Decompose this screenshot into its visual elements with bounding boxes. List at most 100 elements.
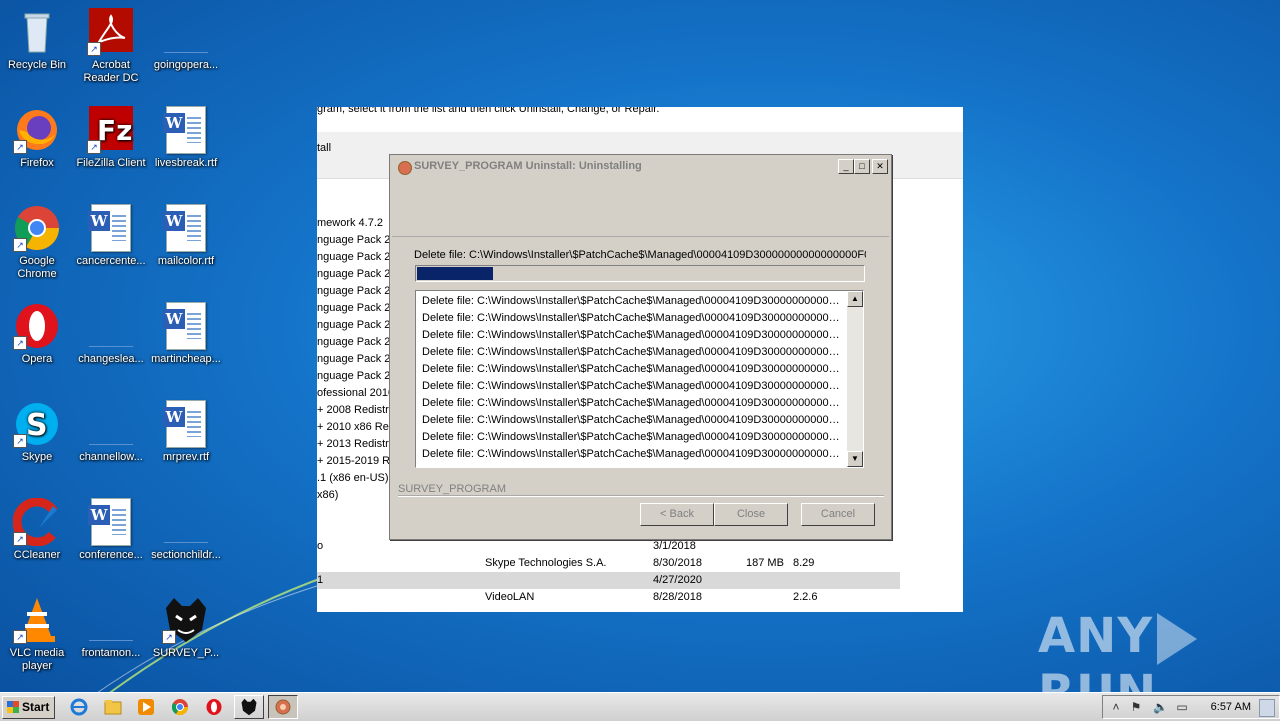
uninstall-dialog: SURVEY_PROGRAM Uninstall: Uninstalling _… xyxy=(389,154,892,540)
skype-icon: S ↗ xyxy=(13,400,61,448)
close-button[interactable]: Close xyxy=(714,503,788,526)
desktop-icon-vlc[interactable]: ↗ VLC media player xyxy=(0,596,74,673)
svg-text:S: S xyxy=(26,408,48,443)
minimize-button[interactable]: _ xyxy=(838,159,854,174)
chrome-icon: ↗ xyxy=(13,204,61,252)
desktop-icon-channellow[interactable]: channellow... xyxy=(74,400,148,464)
filezilla-icon: Fz ↗ xyxy=(87,106,135,154)
cell-date: 3/1/2018 xyxy=(653,540,696,552)
network-icon[interactable]: ▭ xyxy=(1175,700,1189,714)
details-log-list[interactable]: Delete file: C:\Windows\Installer\$Patch… xyxy=(415,290,864,468)
shortcut-arrow-icon: ↗ xyxy=(13,140,27,154)
desktop-icon-acrobat[interactable]: ↗ Acrobat Reader DC xyxy=(74,8,148,85)
scroll-down-arrow-icon[interactable]: ▼ xyxy=(847,451,863,467)
desktop-icon-mailcolor[interactable]: W mailcolor.rtf xyxy=(149,204,223,268)
volume-icon[interactable]: 🔈 xyxy=(1153,700,1168,714)
show-hidden-icons-chevron-icon[interactable]: ˄ xyxy=(1109,700,1123,714)
cell-date: 8/28/2018 xyxy=(653,591,702,603)
desktop-icon-conference[interactable]: W conference... xyxy=(74,498,148,562)
desktop-icon-chrome[interactable]: ↗ Google Chrome xyxy=(0,204,74,281)
system-tray: ˄ ⚑ 🔈 ▭ 6:57 AM xyxy=(1102,695,1280,719)
desktop-icon-opera[interactable]: ↗ Opera xyxy=(0,302,74,366)
shortcut-arrow-icon: ↗ xyxy=(87,42,101,56)
desktop-icon-ccleaner[interactable]: ↗ CCleaner xyxy=(0,497,74,562)
taskbar-uninstaller-button[interactable] xyxy=(268,695,298,719)
program-list-item[interactable]: nguage Pack 20 xyxy=(317,300,397,317)
maximize-button[interactable]: □ xyxy=(854,159,870,174)
cell-publisher: Skype Technologies S.A. xyxy=(485,557,607,569)
program-list-item[interactable]: nguage Pack 20 xyxy=(317,249,397,266)
program-list-item[interactable]: .1 (x86 en-US) xyxy=(317,470,389,487)
log-line: Delete file: C:\Windows\Installer\$Patch… xyxy=(422,295,842,307)
log-line: Delete file: C:\Windows\Installer\$Patch… xyxy=(422,329,842,341)
svg-text:Fz: Fz xyxy=(97,114,132,147)
program-list-item[interactable]: nguage Pack 20 xyxy=(317,283,397,300)
program-list-item[interactable]: nguage Pack 20 xyxy=(317,368,397,385)
blank-file-icon xyxy=(87,400,135,448)
desktop-icon-survey-program[interactable]: ↗ SURVEY_P... xyxy=(149,596,223,660)
log-line: Delete file: C:\Windows\Installer\$Patch… xyxy=(422,397,842,409)
taskbar-survey-program-button[interactable] xyxy=(234,695,264,719)
shortcut-arrow-icon: ↗ xyxy=(87,140,101,154)
dialog-titlebar[interactable]: SURVEY_PROGRAM Uninstall: Uninstalling _… xyxy=(392,157,889,177)
file-explorer-icon[interactable] xyxy=(104,698,122,716)
log-line: Delete file: C:\Windows\Installer\$Patch… xyxy=(422,414,842,426)
program-list-item[interactable]: + 2010 x86 Re xyxy=(317,419,389,436)
desktop-icon-livesbreak[interactable]: W livesbreak.rtf xyxy=(149,106,223,170)
program-list-item[interactable]: + 2015-2019 R xyxy=(317,453,390,470)
desktop-icon-sectionchildr[interactable]: sectionchildr... xyxy=(149,498,223,562)
installer-brand-label: SURVEY_PROGRAM xyxy=(398,483,506,495)
desktop-icon-recycle-bin[interactable]: Recycle Bin xyxy=(0,8,74,72)
program-list-item[interactable]: mework 4.7.2 xyxy=(317,215,383,232)
instruction-text: gram, select it from the list and then c… xyxy=(317,107,660,115)
program-list-item[interactable]: + 2008 Redistr xyxy=(317,402,389,419)
show-desktop-button[interactable] xyxy=(1259,699,1275,717)
cell-name: o xyxy=(317,540,324,552)
close-window-button[interactable]: ✕ xyxy=(872,159,888,174)
blank-file-icon xyxy=(162,498,210,546)
survey-program-taskbar-icon xyxy=(241,698,257,716)
desktop-icon-skype[interactable]: S ↗ Skype xyxy=(0,400,74,464)
internet-explorer-icon[interactable] xyxy=(70,698,88,716)
uninstall-progress-bar xyxy=(415,265,865,282)
shortcut-arrow-icon: ↗ xyxy=(13,532,27,546)
shortcut-arrow-icon: ↗ xyxy=(13,434,27,448)
desktop-icon-mrprev[interactable]: W mrprev.rtf xyxy=(149,400,223,464)
desktop-icon-firefox[interactable]: ↗ Firefox xyxy=(0,106,74,170)
cell-name: 1 xyxy=(317,574,324,586)
start-button[interactable]: Start xyxy=(2,696,55,719)
cell-version: 2.2.6 xyxy=(793,591,818,603)
clock[interactable]: 6:57 AM xyxy=(1211,701,1251,713)
program-list-item[interactable]: x86) xyxy=(317,487,338,504)
program-list-item[interactable]: + 2013 Redistr xyxy=(317,436,389,453)
word-document-icon: W xyxy=(162,302,210,350)
opera-icon: ↗ xyxy=(13,302,61,350)
acrobat-icon: ↗ xyxy=(87,8,135,56)
action-center-flag-icon[interactable]: ⚑ xyxy=(1129,700,1143,714)
log-scrollbar[interactable]: ▲ ▼ xyxy=(847,291,863,467)
back-button[interactable]: < Back xyxy=(640,503,714,526)
desktop-icon-frontamon[interactable]: frontamon... xyxy=(74,596,148,660)
scroll-up-arrow-icon[interactable]: ▲ xyxy=(847,291,863,307)
log-line: Delete file: C:\Windows\Installer\$Patch… xyxy=(422,431,842,443)
recycle-bin-icon xyxy=(13,8,61,56)
opera-taskbar-icon[interactable] xyxy=(205,698,223,716)
desktop-icon-filezilla[interactable]: Fz ↗ FileZilla Client xyxy=(74,106,148,170)
media-player-icon[interactable] xyxy=(137,698,155,716)
current-status-text: Delete file: C:\Windows\Installer\$Patch… xyxy=(414,249,866,261)
program-list-item[interactable]: nguage Pack 20 xyxy=(317,317,397,334)
desktop-icon-cancercente[interactable]: W cancercente... xyxy=(74,204,148,268)
desktop-icon-martincheap[interactable]: W martincheap... xyxy=(149,302,223,366)
program-list-item[interactable]: nguage Pack 20 xyxy=(317,266,397,283)
desktop-icon-changeslea[interactable]: changeslea... xyxy=(74,302,148,366)
program-list-item[interactable]: nguage Pack 20 xyxy=(317,232,397,249)
chrome-taskbar-icon[interactable] xyxy=(171,698,189,716)
program-list-item[interactable]: ofessional 2010 xyxy=(317,385,394,402)
desktop-icon-goingopera[interactable]: goingopera... xyxy=(149,8,223,72)
installer-app-icon xyxy=(398,161,412,175)
program-list-item[interactable]: nguage Pack 20 xyxy=(317,334,397,351)
uninstall-toolbar-button[interactable]: tall xyxy=(317,142,331,154)
program-list-item[interactable]: nguage Pack 20 xyxy=(317,351,397,368)
word-document-icon: W xyxy=(87,204,135,252)
cancel-button[interactable]: Cancel xyxy=(801,503,875,526)
